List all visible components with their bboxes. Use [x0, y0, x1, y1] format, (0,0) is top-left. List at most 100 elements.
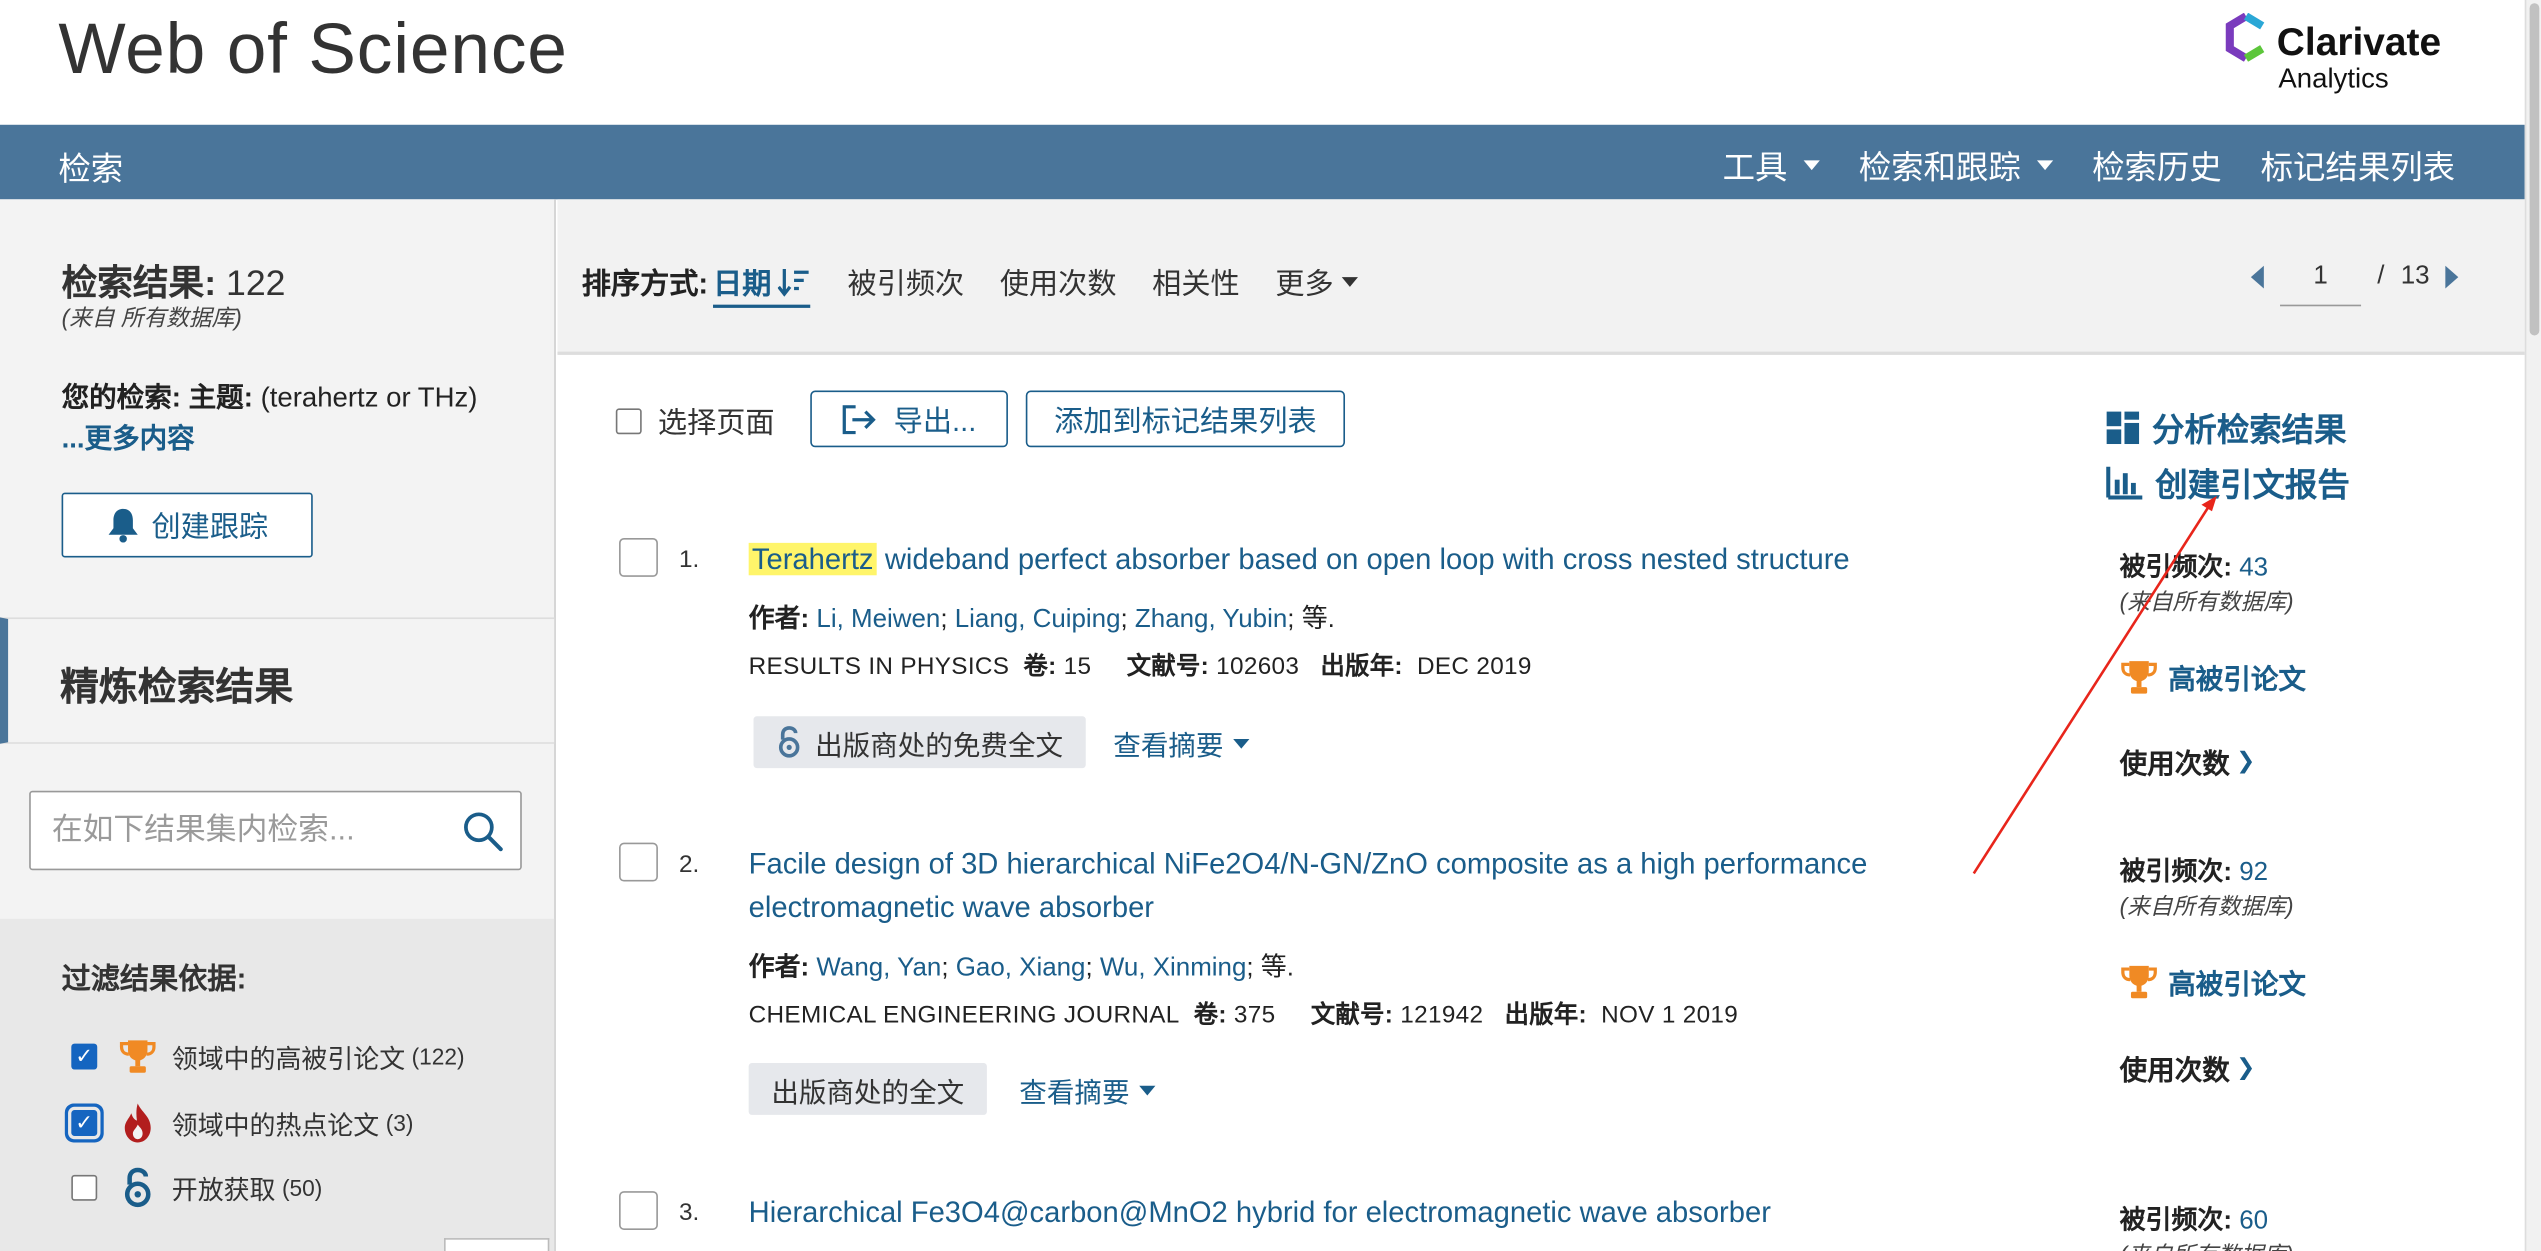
logo-sub: Analytics [2278, 63, 2389, 94]
filter-hot-paper-count: (3) [385, 1110, 414, 1136]
sidebar-control-stub[interactable] [444, 1238, 550, 1251]
author-link[interactable]: Liang, Cuiping [955, 606, 1121, 634]
record-authors: 作者: Li, Meiwen; Liang, Cuiping; Zhang, Y… [748, 606, 1335, 634]
prev-page-icon[interactable] [2250, 265, 2264, 289]
page-number-input[interactable] [2280, 247, 2362, 307]
caret-down-icon [1139, 1084, 1156, 1095]
record-number: 3. [678, 1199, 700, 1227]
chevron-down-icon: ❯ [2236, 1053, 2256, 1080]
filter-highly-cited-checkbox[interactable]: ✓ [71, 1043, 98, 1070]
sort-by-usage[interactable]: 使用次数 [1000, 261, 1117, 303]
filter-highly-cited[interactable]: ✓ 领域中的高被引论文 (122) [71, 1034, 465, 1079]
nav-search-tracking-label: 检索和跟踪 [1858, 150, 2021, 187]
export-label: 导出... [893, 404, 977, 437]
logo-name: Clarivate [2276, 21, 2442, 65]
view-abstract-link[interactable]: 查看摘要 [1113, 723, 1250, 764]
highly-cited-badge[interactable]: 高被引论文 [2120, 961, 2306, 1002]
search-within-input[interactable] [51, 808, 441, 855]
publisher-fulltext-button[interactable]: 出版商处的全文 [748, 1063, 987, 1115]
volume-value: 15 [1063, 653, 1092, 681]
usage-count-toggle[interactable]: 使用次数 ❯ [2120, 741, 2256, 782]
clarivate-logo[interactable]: Clarivate Analytics [2223, 12, 2450, 94]
cited-label: 被引频次: [2119, 554, 2232, 582]
trophy-icon [2121, 660, 2157, 693]
record-title-text: wideband perfect absorber based on open … [876, 542, 1850, 576]
nav-marked-list[interactable]: 标记结果列表 [2261, 141, 2455, 188]
usage-count-toggle[interactable]: 使用次数 ❯ [2120, 1047, 2256, 1088]
search-icon[interactable] [462, 810, 504, 852]
analyze-results-link[interactable]: 分析检索结果 [2105, 404, 2346, 451]
create-alert-button[interactable]: 创建跟踪 [61, 492, 313, 558]
times-cited: 被引频次: 92 [2120, 849, 2268, 888]
sort-by-citations[interactable]: 被引频次 [848, 261, 965, 303]
year-value: DEC 2019 [1417, 653, 1532, 681]
author-link[interactable]: Wang, Yan [816, 954, 941, 982]
select-page-checkbox[interactable] [615, 408, 642, 435]
record-title[interactable]: Terahertz wideband perfect absorber base… [748, 538, 1916, 582]
usage-label: 使用次数 [2119, 748, 2230, 780]
select-page[interactable]: 选择页面 [615, 400, 775, 442]
viewport: Web of Science Clarivate Analytics 检索 工具… [0, 0, 2541, 1251]
add-to-marked-list-button[interactable]: 添加到标记结果列表 [1025, 390, 1346, 448]
times-cited: 被引频次: 43 [2120, 544, 2268, 583]
author-link[interactable]: Wu, Xinming [1100, 954, 1247, 982]
next-page-icon[interactable] [2445, 265, 2459, 289]
page-scrollbar[interactable] [2524, 0, 2541, 1251]
view-abstract-link[interactable]: 查看摘要 [1019, 1070, 1156, 1111]
year-label: 出版年: [1320, 653, 1403, 681]
record-title[interactable]: Hierarchical Fe3O4@carbon@MnO2 hybrid fo… [749, 1191, 1916, 1235]
more-content-link[interactable]: ...更多内容 [62, 415, 195, 456]
view-abstract-label: 查看摘要 [1113, 730, 1224, 762]
nav-menu: 工具 检索和跟踪 检索历史 标记结果列表 [1723, 141, 2455, 188]
citation-report-link[interactable]: 创建引文报告 [2105, 459, 2350, 506]
nav-search-history[interactable]: 检索历史 [2092, 141, 2222, 188]
record-title[interactable]: Facile design of 3D hierarchical NiFe2O4… [749, 843, 1916, 931]
clarivate-logo-mark-icon [2225, 12, 2265, 62]
create-alert-label: 创建跟踪 [151, 510, 269, 543]
export-button[interactable]: 导出... [810, 390, 1008, 448]
cited-count[interactable]: 43 [2239, 554, 2268, 582]
times-cited: 被引频次: 60 [2120, 1198, 2268, 1237]
et-al: 等. [1260, 954, 1294, 983]
author-link[interactable]: Gao, Xiang [956, 954, 1086, 982]
free-fulltext-label: 出版商处的免费全文 [815, 730, 1064, 761]
author-link[interactable]: Zhang, Yubin [1135, 606, 1287, 634]
filter-hot-paper-checkbox[interactable]: ✓ [71, 1110, 98, 1136]
record-number: 1. [678, 546, 700, 574]
cited-count[interactable]: 60 [2239, 1207, 2268, 1235]
sort-by-relevance[interactable]: 相关性 [1152, 261, 1240, 303]
filter-open-access[interactable]: 开放获取 (50) [71, 1165, 322, 1210]
nav-tools-label: 工具 [1722, 150, 1788, 187]
app-title[interactable]: Web of Science [58, 10, 567, 91]
sort-by-date[interactable]: 日期 [713, 261, 811, 308]
author-link[interactable]: Li, Meiwen [816, 606, 940, 634]
free-fulltext-button[interactable]: 出版商处的免费全文 [753, 716, 1086, 769]
page-total: 13 [2400, 262, 2430, 291]
caret-down-icon [1803, 159, 1820, 170]
sort-bar: 排序方式: 日期 被引频次 使用次数 相关性 更多 / 13 [557, 199, 2525, 355]
select-page-label: 选择页面 [657, 406, 775, 440]
volume-label: 卷: [1193, 1001, 1227, 1030]
scrollbar-thumb[interactable] [2529, 3, 2540, 336]
nav-search-tracking[interactable]: 检索和跟踪 [1858, 141, 2054, 188]
sort-more[interactable]: 更多 [1275, 261, 1358, 303]
highly-cited-badge[interactable]: 高被引论文 [2120, 656, 2306, 697]
filter-hot-paper[interactable]: ✓ 领域中的热点论文 (3) [71, 1100, 413, 1145]
sort-label: 排序方式: [581, 267, 709, 300]
results-source: (来自 所有数据库) [61, 304, 242, 331]
filter-open-access-checkbox[interactable] [71, 1174, 98, 1201]
article-no-value: 121942 [1400, 1001, 1484, 1030]
record-checkbox[interactable] [619, 538, 658, 577]
nav-tools[interactable]: 工具 [1723, 141, 1820, 188]
filter-highly-cited-count: (122) [411, 1043, 465, 1070]
article-no-label: 文献号: [1126, 653, 1210, 681]
record-authors: 作者: Wang, Yan; Gao, Xiang; Wu, Xinming; … [748, 954, 1294, 983]
record-title-highlight: Terahertz [748, 542, 877, 576]
cited-label: 被引频次: [2119, 1207, 2232, 1235]
article-no-label: 文献号: [1310, 1001, 1394, 1030]
record-checkbox[interactable] [619, 1191, 658, 1230]
nav-search[interactable]: 检索 [58, 143, 123, 190]
record-checkbox[interactable] [619, 842, 658, 882]
cited-count[interactable]: 92 [2239, 859, 2268, 887]
search-within-box [29, 790, 522, 871]
